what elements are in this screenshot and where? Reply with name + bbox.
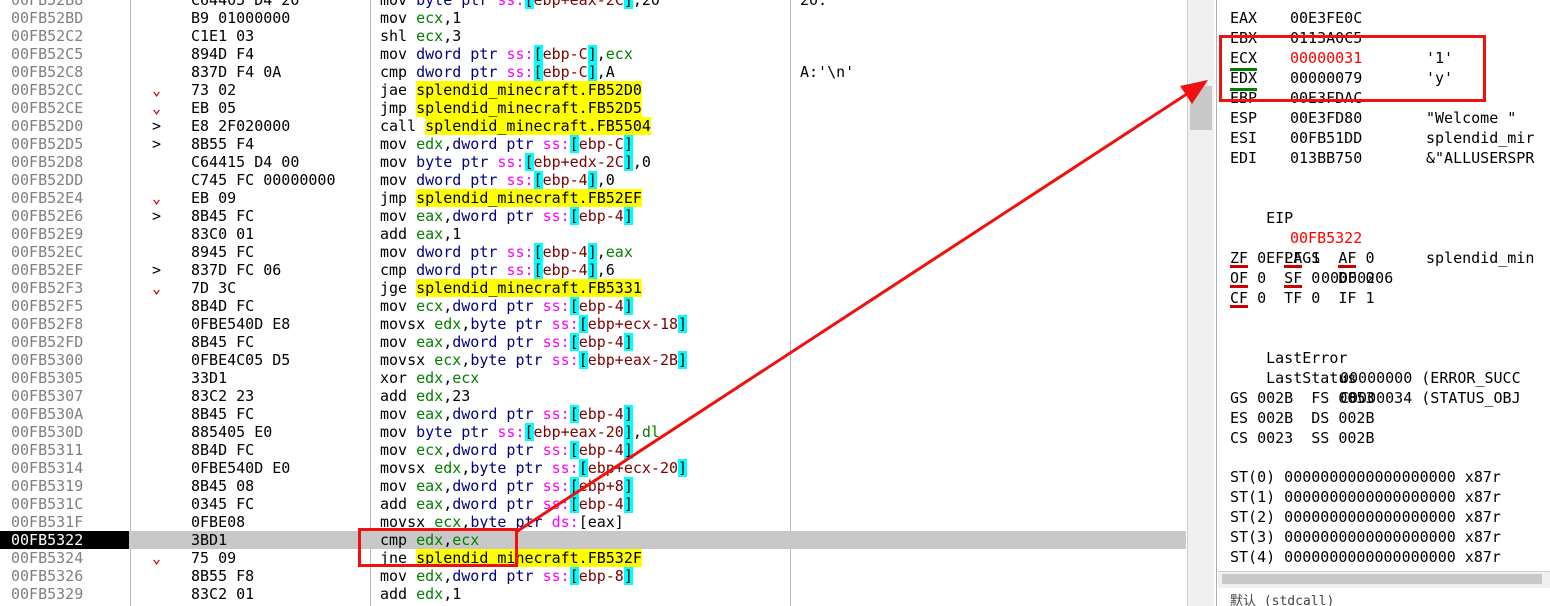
annotation-arrow	[515, 80, 1208, 534]
